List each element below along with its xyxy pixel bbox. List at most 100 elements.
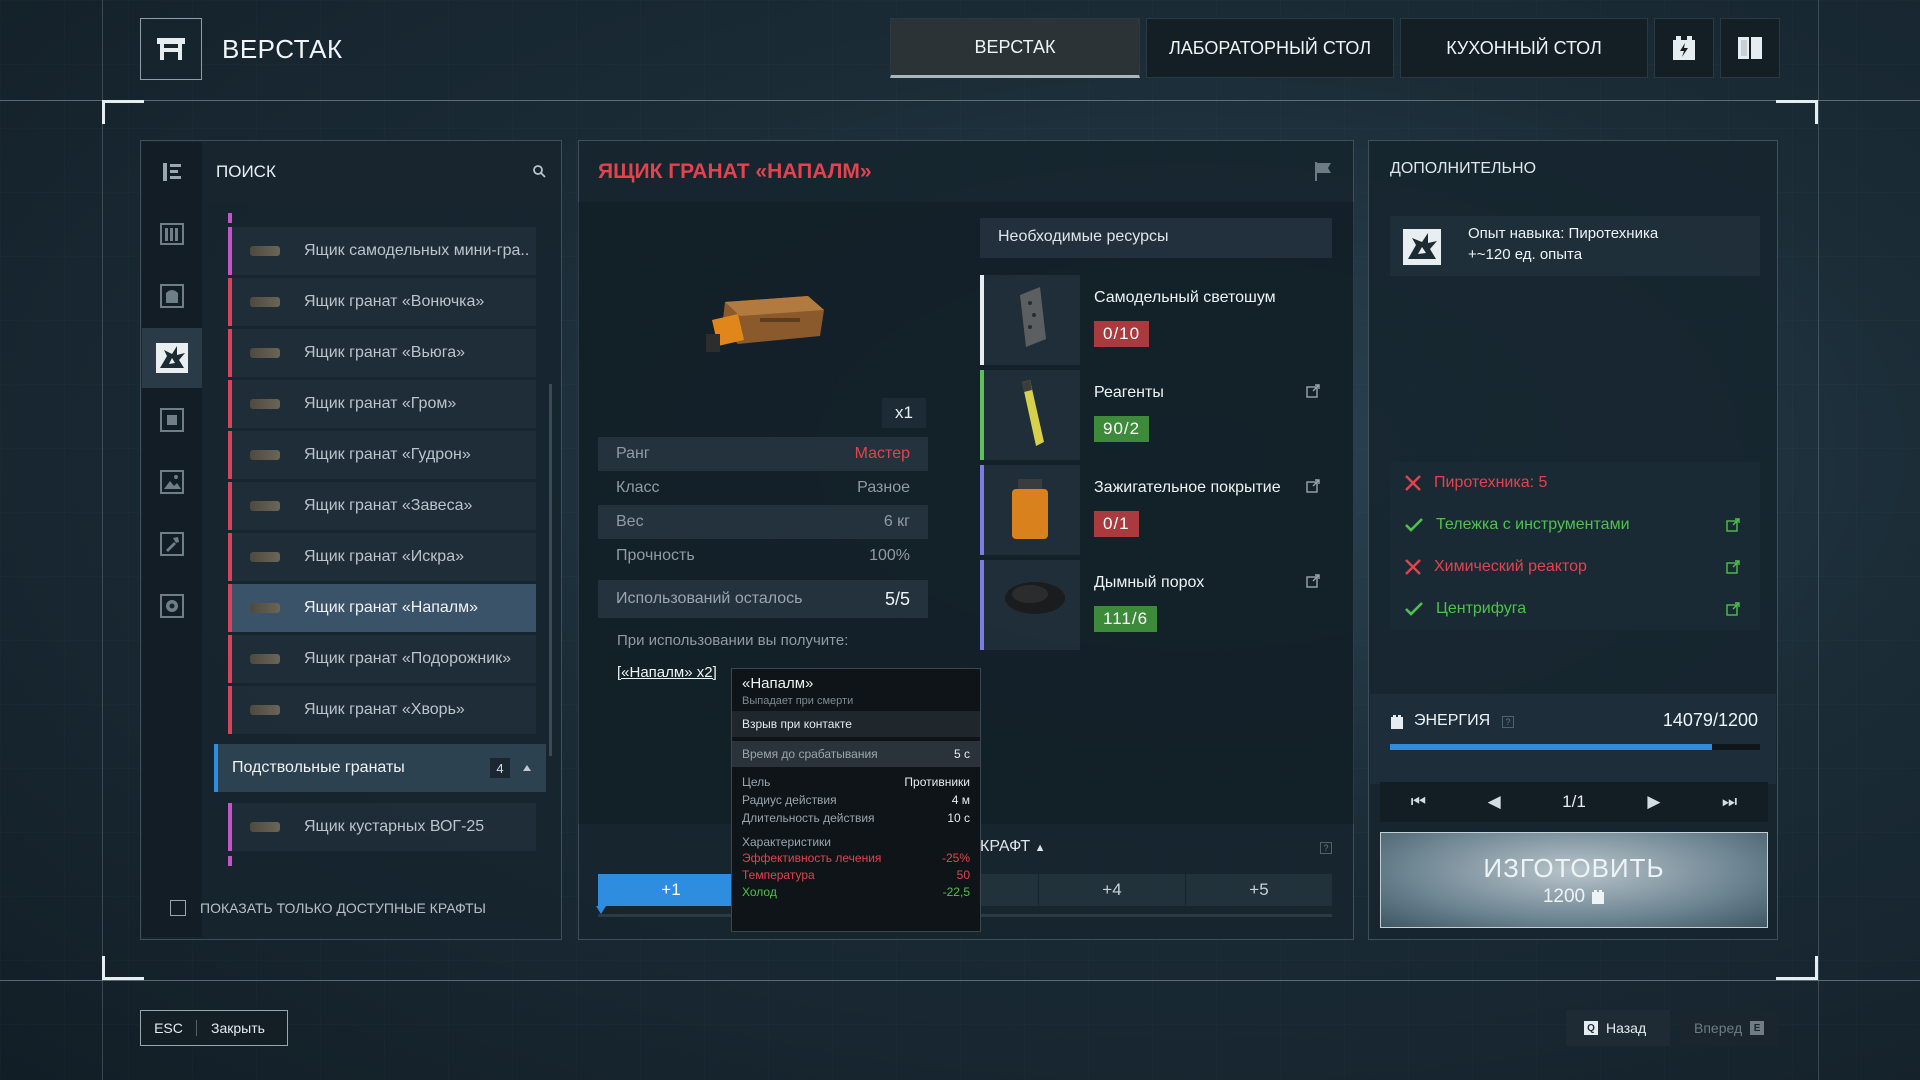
- amount-button[interactable]: +1: [598, 874, 744, 906]
- workbench-logo: [140, 18, 202, 80]
- skill-exp-line2: +~120 ед. опыта: [1468, 246, 1583, 263]
- stat-row: Класс Разное: [598, 471, 928, 505]
- list-item[interactable]: Ящик гранат «Подорожник»: [228, 635, 536, 683]
- tooltip-char-label: Эффективность лечения: [742, 850, 882, 865]
- grenade-crate-thumb-icon: [250, 501, 280, 511]
- group-underbarrel-grenades[interactable]: Подствольные гранаты 4: [214, 744, 546, 792]
- amount-button[interactable]: +4: [1039, 874, 1185, 906]
- external-link-icon[interactable]: [1726, 518, 1740, 532]
- grenade-crate-thumb-icon: [250, 399, 280, 409]
- list-item[interactable]: Ящик гранат «Гром»: [228, 380, 536, 428]
- requirement-row: Пиротехника: 5: [1390, 462, 1760, 504]
- picture-icon: [160, 470, 184, 494]
- stat-row: Ранг Мастер: [598, 437, 928, 471]
- tooltip-row-label: Цель: [742, 775, 771, 789]
- craft-button[interactable]: ИЗГОТОВИТЬ 1200: [1380, 832, 1768, 928]
- sort-icon: [163, 163, 181, 181]
- tooltip-row-label: Длительность действия: [742, 811, 875, 825]
- resource-image: [980, 560, 1080, 650]
- help-icon[interactable]: ?: [1320, 842, 1332, 854]
- category-ammo[interactable]: [142, 204, 202, 264]
- tooltip-char-value: -25%: [941, 850, 970, 865]
- resource-row: Самодельный светошум 0/10: [980, 275, 1330, 365]
- tab-lab-table[interactable]: ЛАБОРАТОРНЫЙ СТОЛ: [1146, 18, 1394, 78]
- resource-image: [980, 465, 1080, 555]
- category-modules[interactable]: [142, 390, 202, 450]
- tooltip-row-value: 10 с: [947, 811, 970, 825]
- amount-slider-handle[interactable]: [596, 906, 606, 914]
- category-misc[interactable]: [142, 576, 202, 636]
- search-icon[interactable]: [532, 164, 546, 178]
- search-bar[interactable]: ПОИСК: [202, 142, 560, 202]
- list-item-accent: [228, 278, 232, 326]
- stat-value: 6 кг: [883, 513, 910, 530]
- forward-key: E: [1750, 1021, 1765, 1035]
- list-item[interactable]: Ящик кустарных ВОГ-25: [228, 803, 536, 851]
- list-item[interactable]: Ящик гранат «Хворь»: [228, 686, 536, 734]
- prev-page-icon[interactable]: ◀: [1488, 792, 1501, 812]
- close-button[interactable]: ESC Закрыть: [140, 1010, 288, 1046]
- list-item[interactable]: Ящик гранат «Напалм»: [228, 584, 536, 632]
- list-scrollbar[interactable]: [549, 384, 552, 756]
- last-page-icon[interactable]: ⏭: [1722, 792, 1737, 812]
- category-explosives[interactable]: [142, 328, 202, 388]
- uses-left-row: Использований осталось 5/5: [598, 580, 928, 618]
- list-item[interactable]: Ящик гранат «Вьюга»: [228, 329, 536, 377]
- tooltip-timing: Время до срабатывания 5 с: [732, 741, 980, 767]
- list-item[interactable]: Ящик гранат «Гудрон»: [228, 431, 536, 479]
- grenade-crate-thumb-icon: [250, 603, 280, 613]
- list-item[interactable]: Ящик гранат «Искра»: [228, 533, 536, 581]
- tooltip-header: «Напалм» Выпадает при смерти: [732, 669, 980, 711]
- tab-workbench[interactable]: ВЕРСТАК: [890, 18, 1140, 78]
- energy-help-icon[interactable]: ?: [1502, 716, 1514, 728]
- category-decor[interactable]: [142, 452, 202, 512]
- sort-button[interactable]: [142, 142, 202, 202]
- first-page-icon[interactable]: ⏮: [1411, 792, 1426, 812]
- resource-accent: [980, 465, 984, 555]
- resource-amount-badge: 0/10: [1094, 321, 1150, 347]
- resource-name: Реагенты: [1094, 384, 1164, 401]
- requirement-row: Химический реактор: [1390, 546, 1760, 588]
- energy-battery-icon: [1673, 36, 1695, 60]
- back-button[interactable]: Q Назад: [1566, 1010, 1670, 1046]
- list-item[interactable]: Ящик гранат «Вонючка»: [228, 278, 536, 326]
- category-armor[interactable]: [142, 266, 202, 326]
- resource-row: Зажигательное покрытие 0/1: [980, 465, 1330, 555]
- resources-header: Необходимые ресурсы: [980, 218, 1332, 258]
- energy-button[interactable]: [1654, 18, 1714, 78]
- category-tools[interactable]: [142, 514, 202, 574]
- next-page-icon[interactable]: ▶: [1647, 792, 1660, 812]
- resource-accent: [980, 275, 984, 365]
- tooltip-row-value: Противники: [904, 775, 970, 789]
- resource-name: Самодельный светошум: [1094, 289, 1276, 306]
- resource-amount-badge: 0/1: [1094, 511, 1139, 537]
- resource-row: Дымный порох 111/6: [980, 560, 1330, 650]
- stat-value: 100%: [869, 547, 910, 564]
- tab-kitchen-table[interactable]: КУХОННЫЙ СТОЛ: [1400, 18, 1648, 78]
- list-item[interactable]: Ящик гранат «Завеса»: [228, 482, 536, 530]
- list-item[interactable]: Ящик самодельных мини-гра..: [228, 227, 536, 275]
- external-link-icon[interactable]: [1306, 479, 1320, 498]
- filter-available-crafts[interactable]: ПОКАЗАТЬ ТОЛЬКО ДОСТУПНЫЕ КРАФТЫ: [170, 900, 486, 916]
- group-accent: [214, 744, 218, 792]
- filter-checkbox[interactable]: [170, 900, 186, 916]
- external-link-icon[interactable]: [1306, 384, 1320, 403]
- tooltip-char-value: -22,5: [942, 884, 970, 899]
- external-link-icon[interactable]: [1726, 602, 1740, 616]
- flag-icon[interactable]: [1312, 160, 1334, 182]
- on-use-link[interactable]: [«Напалм» x2]: [617, 664, 717, 681]
- tooltip-row: Длительность действия 10 с: [732, 809, 980, 827]
- forward-button[interactable]: Вперед E: [1680, 1010, 1778, 1046]
- external-link-icon[interactable]: [1306, 574, 1320, 593]
- amount-button[interactable]: +5: [1186, 874, 1332, 906]
- module-icon: [160, 408, 184, 432]
- list-item-accent: [228, 482, 232, 530]
- guide-button[interactable]: [1720, 18, 1780, 78]
- armor-icon: [160, 284, 184, 308]
- external-link-icon[interactable]: [1726, 560, 1740, 574]
- category-sidebar: [142, 142, 202, 937]
- tooltip-row-label: Время до срабатывания: [742, 747, 878, 761]
- tooltip-chars-label: Характеристики: [742, 835, 831, 849]
- tooltip-row: Радиус действия 4 м: [732, 791, 980, 809]
- requirement-label: Тележка с инструментами: [1436, 516, 1630, 533]
